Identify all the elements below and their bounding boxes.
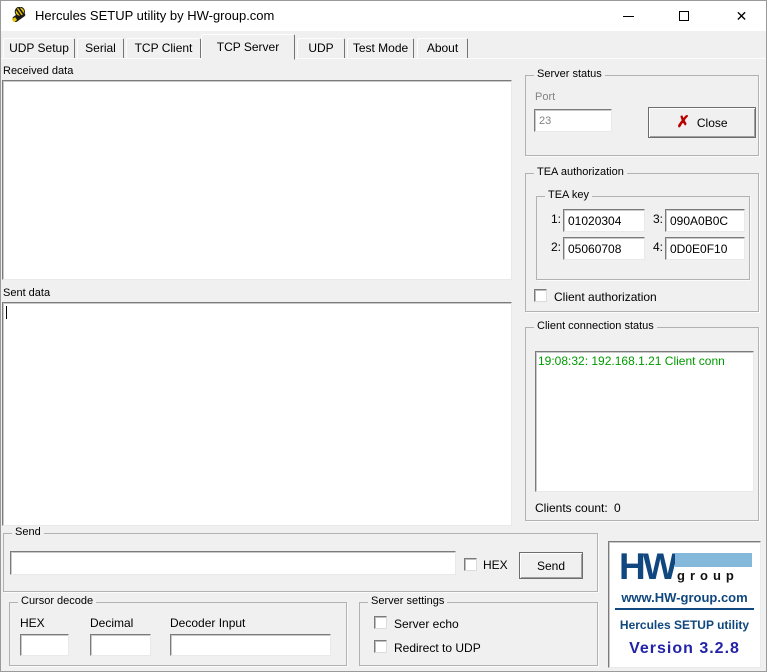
text-caret	[6, 306, 7, 319]
server-settings-group: Server settings Server echo Redirect to …	[359, 602, 598, 666]
tea-key2-input[interactable]	[563, 237, 645, 260]
send-button[interactable]: Send	[519, 552, 583, 579]
cursor-decode-group: Cursor decode HEX Decimal Decoder Input	[9, 602, 347, 666]
tea-key4-label: 4:	[653, 240, 663, 254]
received-data-area[interactable]	[2, 80, 512, 280]
cursor-hex-label: HEX	[20, 616, 45, 630]
close-window-button[interactable]: ✕	[719, 1, 764, 31]
tab-udp[interactable]: UDP	[297, 38, 345, 59]
maximize-icon	[679, 11, 689, 21]
server-echo-label: Server echo	[394, 617, 459, 631]
tea-key1-label: 1:	[551, 212, 561, 226]
connection-log-listbox[interactable]: 19:08:32: 192.168.1.21 Client conn	[535, 351, 754, 492]
sent-data-area[interactable]	[2, 302, 512, 526]
app-icon[interactable]	[9, 7, 28, 26]
close-icon: ✕	[736, 9, 748, 23]
tea-authorization-title: TEA authorization	[534, 166, 627, 178]
send-group-title: Send	[12, 526, 44, 538]
hw-logo-letters: HW	[619, 546, 675, 588]
log-line: 19:08:32: 192.168.1.21 Client conn	[536, 352, 753, 368]
tea-key2-label: 2:	[551, 240, 561, 254]
tab-strip-edge	[1, 58, 767, 59]
redirect-udp-label: Redirect to UDP	[394, 641, 481, 655]
hw-logo-bar	[675, 553, 752, 567]
close-server-label: Close	[697, 116, 728, 130]
cursor-decode-title: Cursor decode	[18, 595, 96, 607]
port-input[interactable]	[534, 109, 612, 132]
send-group: Send HEX Send	[3, 533, 598, 592]
tea-key1-input[interactable]	[563, 209, 645, 232]
clients-count-value: 0	[614, 501, 621, 515]
minimize-button[interactable]	[606, 1, 651, 31]
logo-divider	[615, 608, 754, 610]
clients-count-label: Clients count:	[535, 501, 608, 515]
window-title: Hercules SETUP utility by HW-group.com	[35, 8, 274, 23]
client-connection-status-title: Client connection status	[534, 320, 657, 332]
client-authorization-checkbox[interactable]	[534, 289, 547, 302]
tab-tcp-server[interactable]: TCP Server	[201, 34, 295, 60]
server-status-title: Server status	[534, 68, 605, 80]
app-window: Hercules SETUP utility by HW-group.com ✕…	[0, 0, 767, 672]
tea-key-group: TEA key 1: 3: 2: 4:	[536, 196, 750, 280]
tab-udp-setup[interactable]: UDP Setup	[3, 38, 75, 59]
send-button-label: Send	[537, 559, 565, 573]
received-data-label: Received data	[3, 65, 73, 77]
tea-authorization-group: TEA authorization TEA key 1: 3: 2: 4: Cl…	[525, 173, 759, 312]
tea-key3-label: 3:	[653, 212, 663, 226]
hw-logo-group-text: group	[677, 568, 739, 583]
close-server-button[interactable]: ✗ Close	[648, 107, 756, 138]
sent-data-label: Sent data	[3, 287, 50, 299]
minimize-icon	[623, 16, 634, 17]
decoder-input-label: Decoder Input	[170, 616, 245, 630]
client-authorization-label: Client authorization	[554, 290, 657, 304]
tea-key3-input[interactable]	[665, 209, 745, 232]
maximize-button[interactable]	[661, 1, 706, 31]
send-input[interactable]	[10, 551, 456, 575]
server-echo-checkbox[interactable]	[374, 616, 387, 629]
tab-test-mode[interactable]: Test Mode	[347, 38, 414, 59]
hw-logo: HW group	[619, 550, 752, 588]
hw-group-logo-panel[interactable]: HW group www.HW-group.com Hercules SETUP…	[608, 541, 761, 668]
decoder-input[interactable]	[170, 634, 331, 656]
close-x-icon: ✗	[676, 115, 689, 131]
redirect-udp-checkbox[interactable]	[374, 640, 387, 653]
cursor-hex-input[interactable]	[20, 634, 69, 656]
client-connection-status-group: Client connection status 19:08:32: 192.1…	[525, 327, 759, 521]
title-bar: Hercules SETUP utility by HW-group.com ✕	[1, 1, 766, 31]
product-name: Hercules SETUP utility	[609, 618, 760, 632]
server-status-group: Server status Port ✗ Close	[525, 75, 759, 156]
version-text: Version 3.2.8	[609, 640, 760, 658]
tab-serial[interactable]: Serial	[77, 38, 124, 59]
cursor-decimal-label: Decimal	[90, 616, 133, 630]
tea-key4-input[interactable]	[665, 237, 745, 260]
hex-label: HEX	[483, 558, 508, 572]
hex-checkbox[interactable]	[464, 558, 477, 571]
cursor-decimal-input[interactable]	[90, 634, 151, 656]
tab-about[interactable]: About	[417, 38, 468, 59]
tab-tcp-client[interactable]: TCP Client	[126, 38, 201, 59]
port-label: Port	[535, 91, 555, 103]
server-settings-title: Server settings	[368, 595, 447, 607]
hw-website-link[interactable]: www.HW-group.com	[609, 590, 760, 605]
tea-key-title: TEA key	[545, 189, 592, 201]
